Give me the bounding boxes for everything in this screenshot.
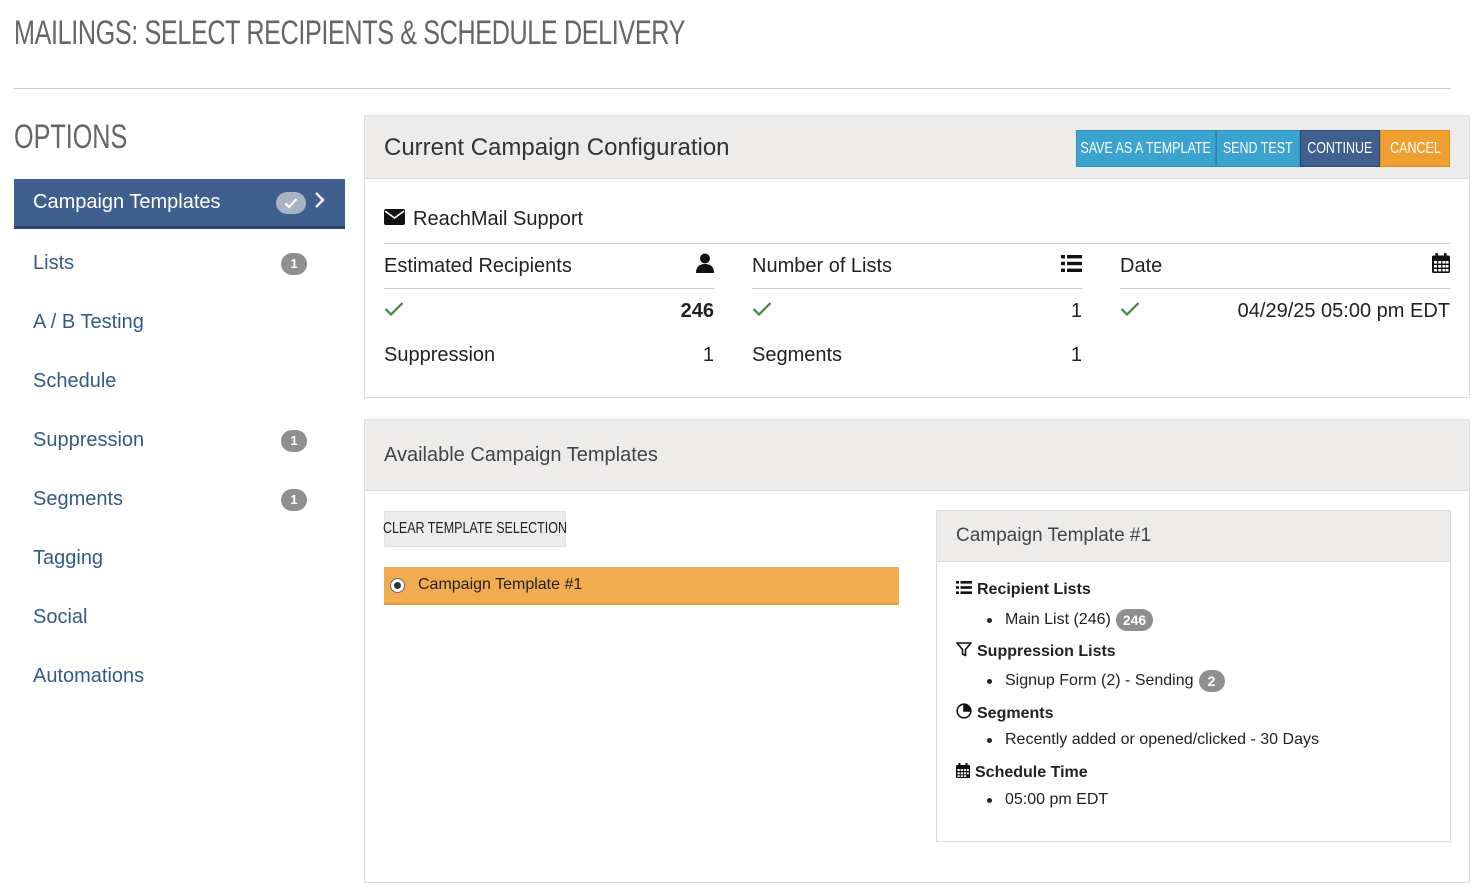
recipients-column: Estimated Recipients 246 Suppression 1 <box>384 244 714 377</box>
lists-value: 1 <box>1070 299 1082 322</box>
count-badge: 2 <box>1198 670 1225 692</box>
sidebar-item-lists[interactable]: Lists 1 <box>14 234 345 293</box>
card-header: Campaign Template #1 <box>937 511 1450 562</box>
sidebar-item-ab-testing[interactable]: A / B Testing <box>14 293 345 352</box>
envelope-icon <box>384 208 405 231</box>
suppression-value: 1 <box>702 343 714 366</box>
sidebar-item-label: Tagging <box>33 547 104 569</box>
recipients-value: 246 <box>680 299 714 322</box>
column-header: Number of Lists <box>752 244 1082 289</box>
list-item: Signup Form (2) - Sending 2 <box>987 670 1225 692</box>
sidebar-item-tagging[interactable]: Tagging <box>14 529 345 588</box>
filter-icon <box>956 642 972 662</box>
sidebar-item-schedule[interactable]: Schedule <box>14 352 345 411</box>
segments-label: Segments <box>752 343 843 366</box>
clear-template-selection-button[interactable]: CLEAR TEMPLATE SELECTION <box>383 511 567 547</box>
template-option[interactable]: Campaign Template #1 <box>384 567 899 605</box>
sidebar-item-label: Lists <box>33 252 75 274</box>
account-label: ReachMail Support <box>413 208 584 230</box>
check-icon <box>1120 300 1140 323</box>
page-title: MAILINGS: SELECT RECIPIENTS & SCHEDULE D… <box>14 14 685 52</box>
segments-value: 1 <box>1070 343 1082 366</box>
title-divider <box>14 88 1451 89</box>
column-header: Date <box>1120 244 1450 289</box>
recipients-row: 246 <box>384 289 714 333</box>
check-icon <box>384 300 404 323</box>
date-column: Date 04/29/25 05:00 pm EDT <box>1120 244 1450 333</box>
template-detail-card: Campaign Template #1 Recipient Lists Mai… <box>936 510 1451 842</box>
send-test-button[interactable]: SEND TEST <box>1216 130 1300 167</box>
options-title: OPTIONS <box>14 118 128 156</box>
check-icon <box>752 300 772 323</box>
sidebar-item-label: Automations <box>33 665 145 687</box>
campaign-config-panel: Current Campaign Configuration SAVE AS A… <box>364 115 1470 398</box>
continue-button[interactable]: CONTINUE <box>1300 130 1380 167</box>
sidebar-item-segments[interactable]: Segments 1 <box>14 470 345 529</box>
suppression-row: Suppression 1 <box>384 333 714 377</box>
calendar-icon <box>956 763 970 783</box>
panel-header: Available Campaign Templates <box>365 420 1469 491</box>
chevron-right-icon <box>314 191 326 215</box>
count-badge: 246 <box>1115 609 1154 631</box>
column-header: Estimated Recipients <box>384 244 714 289</box>
options-sidebar: Campaign Templates Lists 1 A / B Testing… <box>14 179 345 706</box>
schedule-time-heading: Schedule Time <box>956 763 1088 783</box>
column-header-label: Date <box>1120 254 1163 277</box>
available-templates-panel: Available Campaign Templates CLEAR TEMPL… <box>364 419 1470 883</box>
date-row: 04/29/25 05:00 pm EDT <box>1120 289 1450 333</box>
column-header-label: Estimated Recipients <box>384 254 572 277</box>
panel-header: Current Campaign Configuration SAVE AS A… <box>365 116 1469 179</box>
suppression-lists-heading: Suppression Lists <box>956 642 1116 662</box>
recipient-lists-heading: Recipient Lists <box>956 581 1091 599</box>
account-name: ReachMail Support <box>384 208 583 231</box>
template-radio[interactable] <box>390 577 405 593</box>
calendar-icon <box>1432 253 1450 279</box>
check-icon <box>276 191 306 214</box>
count-badge: 1 <box>281 252 307 275</box>
cancel-button[interactable]: CANCEL <box>1380 130 1450 167</box>
sidebar-item-label: Social <box>33 606 88 628</box>
segments-heading: Segments <box>956 703 1053 724</box>
list-icon <box>1061 254 1082 278</box>
count-badge: 1 <box>281 488 307 511</box>
column-header-label: Number of Lists <box>752 254 893 277</box>
sidebar-item-label: Schedule <box>33 370 117 392</box>
date-value: 04/29/25 05:00 pm EDT <box>1237 299 1450 322</box>
suppression-label: Suppression <box>384 343 496 366</box>
list-item: Main List (246) 246 <box>987 609 1154 631</box>
sidebar-item-automations[interactable]: Automations <box>14 647 345 706</box>
sidebar-item-suppression[interactable]: Suppression 1 <box>14 411 345 470</box>
count-badge: 1 <box>281 429 307 452</box>
lists-column: Number of Lists 1 Segments 1 <box>752 244 1082 377</box>
sidebar-item-label: A / B Testing <box>33 311 144 333</box>
card-title: Campaign Template #1 <box>956 525 1152 546</box>
sidebar-item-label: Segments <box>33 488 124 510</box>
list-item: 05:00 pm EDT <box>987 791 1108 809</box>
save-as-template-button[interactable]: SAVE AS A TEMPLATE <box>1076 130 1216 167</box>
lists-row: 1 <box>752 289 1082 333</box>
list-item: Recently added or opened/clicked - 30 Da… <box>987 731 1319 749</box>
pie-chart-icon <box>956 703 972 724</box>
panel-title: Available Campaign Templates <box>384 444 658 466</box>
template-option-label: Campaign Template #1 <box>418 576 583 593</box>
sidebar-item-social[interactable]: Social <box>14 588 345 647</box>
segments-row: Segments 1 <box>752 333 1082 377</box>
action-button-group: SAVE AS A TEMPLATE SEND TEST CONTINUE CA… <box>1076 130 1450 167</box>
sidebar-item-label: Suppression <box>33 429 145 451</box>
panel-title: Current Campaign Configuration <box>384 134 730 161</box>
sidebar-item-campaign-templates[interactable]: Campaign Templates <box>14 179 345 229</box>
user-icon <box>696 253 714 279</box>
sidebar-item-label: Campaign Templates <box>33 191 221 213</box>
list-icon <box>956 581 972 599</box>
